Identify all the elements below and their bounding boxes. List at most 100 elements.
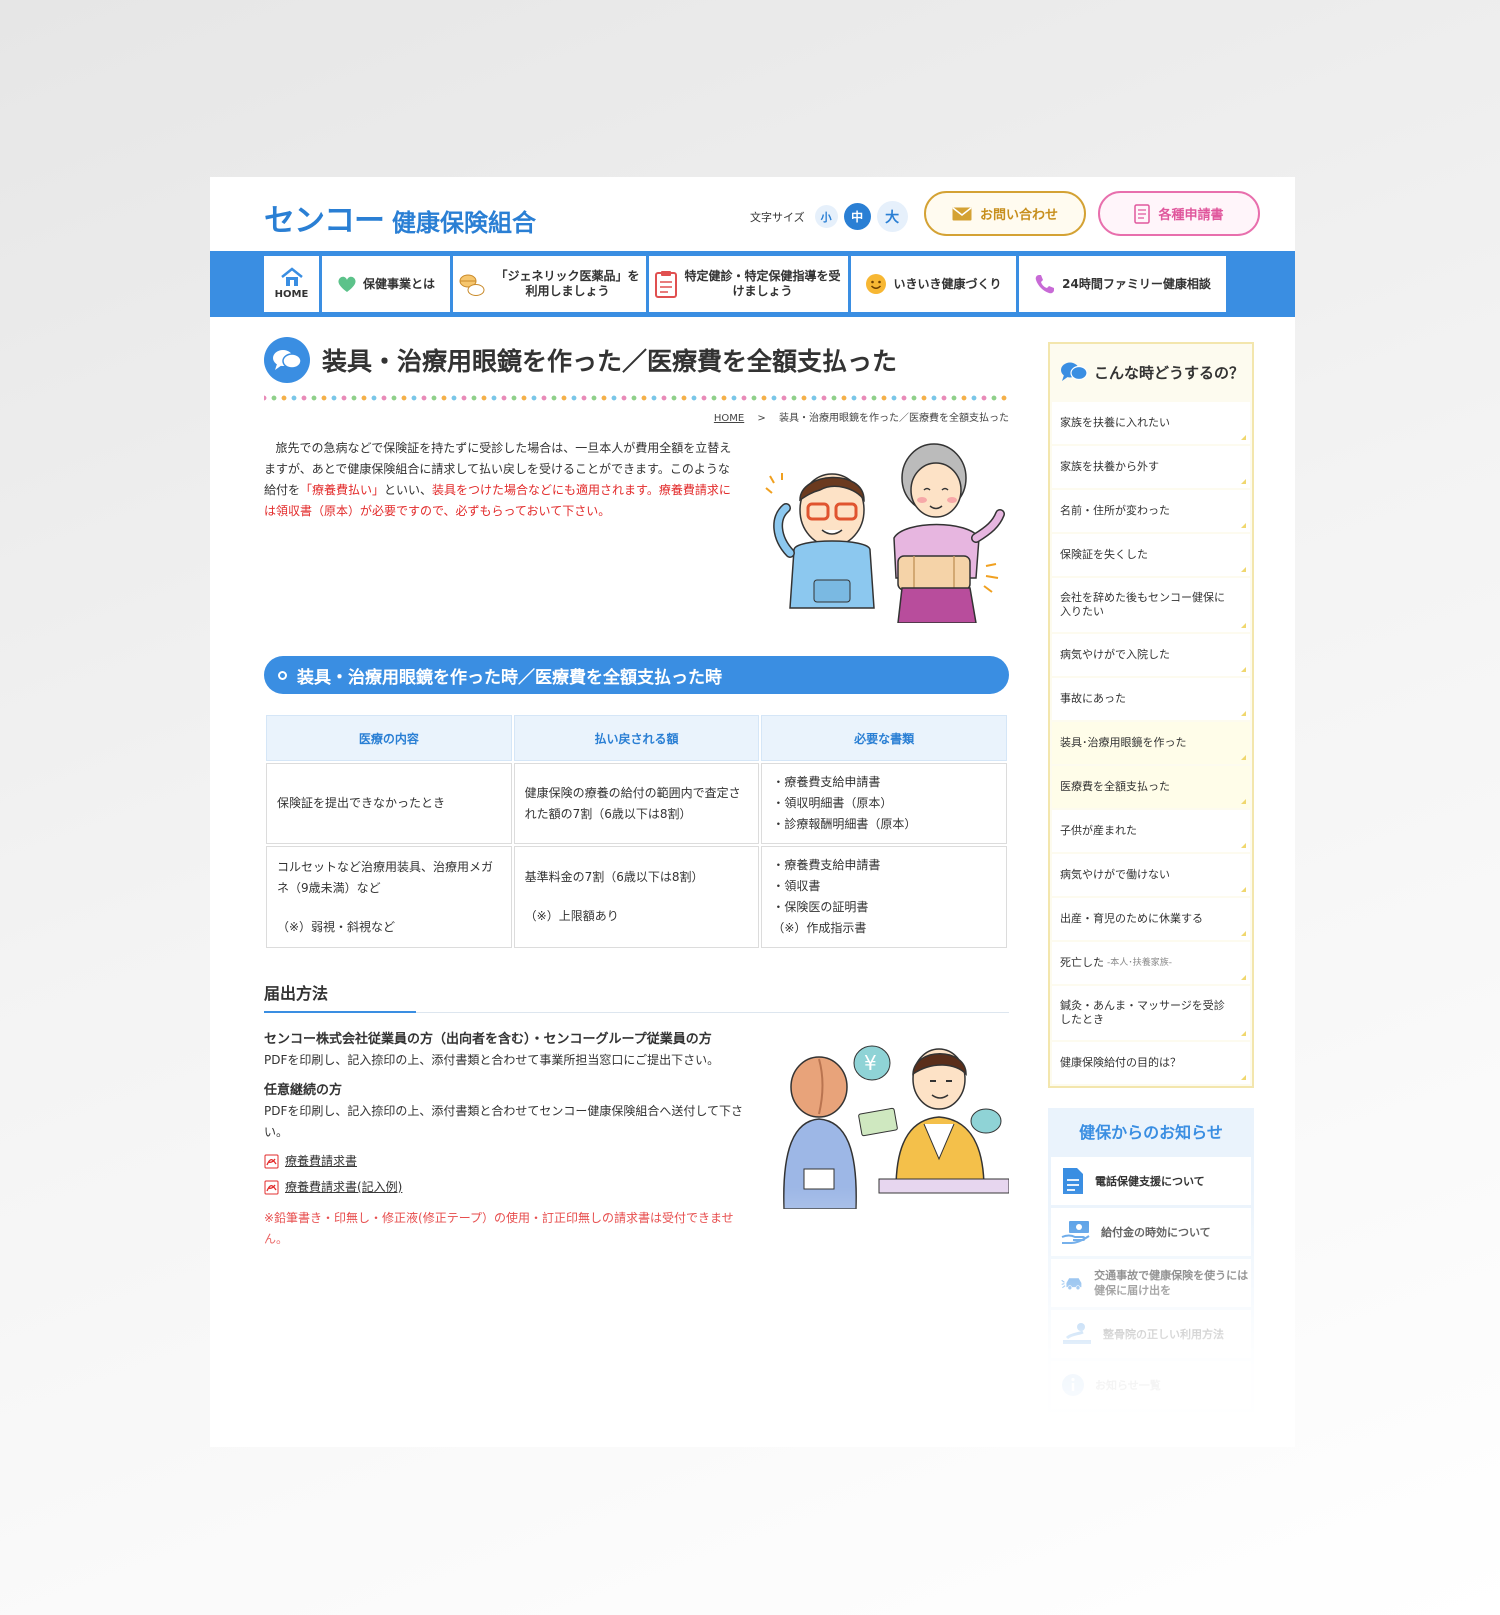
mail-icon xyxy=(952,206,972,220)
nav-label: 保健事業とは xyxy=(362,276,435,291)
sidebar-item[interactable]: 会社を辞めた後もセンコー健保に入りたい xyxy=(1052,578,1250,632)
pdf-link-claim-form-example[interactable]: 療養費請求書(記入例) xyxy=(264,1177,754,1198)
sidebar: こんな時どうするの？ 家族を扶養に入れたい 家族を扶養から外す 名前・住所が変わ… xyxy=(1048,342,1254,1412)
pdf-link-label: 療養費請求書 xyxy=(285,1154,358,1168)
table-cell-docs: ・療養費支給申請書 ・領収明細書（原本） ・診療報酬明細書（原本） xyxy=(761,763,1007,844)
table-row: コルセットなど治療用装具、治療用メガネ（9歳未満）など （※）弱視・斜視など 基… xyxy=(266,846,1007,948)
intro-text-part: といい、 xyxy=(384,483,433,497)
sidebar-item[interactable]: 病気やけがで働けない xyxy=(1052,854,1250,896)
sidebar-item[interactable]: 出産・育児のために休業する xyxy=(1052,898,1250,940)
nav-health-checkup[interactable]: 特定健診・特定保健指導を受けましょう xyxy=(649,256,848,312)
nav-health-programs[interactable]: 保健事業とは xyxy=(322,256,450,312)
sidebar-item-active[interactable]: 医療費を全額支払った xyxy=(1052,766,1250,808)
sidebar-item[interactable]: 健康保険給付の目的は？ xyxy=(1052,1042,1250,1084)
table-cell-amount: 基準料金の7割（6歳以下は8割） （※）上限額あり xyxy=(513,846,760,948)
breadcrumb-home-link[interactable]: HOME xyxy=(714,413,744,424)
heart-icon xyxy=(338,276,356,292)
news-item[interactable]: 交通事故で健康保険を使うには健保に届け出を xyxy=(1051,1259,1251,1307)
sidebar-item-active[interactable]: 装具･治療用眼鏡を作った xyxy=(1052,722,1250,764)
nav-home[interactable]: HOME xyxy=(264,256,319,312)
font-size-large-button[interactable]: 大 xyxy=(876,201,908,232)
bullet-circle-icon xyxy=(278,670,287,680)
sidebar-item[interactable]: 病気やけがで入院した xyxy=(1052,634,1250,676)
intro-section: 旅先での急病などで保険証を持たずに受診した場合は、一旦本人が費用全額を立替えます… xyxy=(264,438,1009,628)
contact-button[interactable]: お問い合わせ xyxy=(924,191,1086,236)
doc-item: ・保険医の証明書 xyxy=(772,900,869,914)
sidebar-item[interactable]: 家族を扶養に入れたい xyxy=(1052,402,1250,444)
sidebar-item[interactable]: 家族を扶養から外す xyxy=(1052,446,1250,488)
dotted-divider xyxy=(264,395,1009,401)
logo-main-text: センコー xyxy=(264,203,385,238)
doc-item: （※）作成指示書 xyxy=(772,921,867,935)
site-logo[interactable]: センコー 健康保険組合 xyxy=(264,195,536,240)
news-item-label: お知らせ一覧 xyxy=(1095,1378,1161,1392)
table-row: 保険証を提出できなかったとき 健康保険の療養の給付の範囲内で査定された額の7割（… xyxy=(266,763,1007,844)
svg-text:¥: ¥ xyxy=(864,1051,877,1075)
sidebar-item-label: 装具･治療用眼鏡を作った xyxy=(1060,736,1187,749)
nav-label: 24時間ファミリー健康相談 xyxy=(1062,276,1211,291)
method-section: センコー株式会社従業員の方（出向者を含む）・センコーグループ従業員の方 PDFを… xyxy=(264,1029,1009,1269)
sidebar-item-label: 家族を扶養から外す xyxy=(1060,460,1159,473)
font-size-switcher: 文字サイズ 小 中 大 xyxy=(750,201,908,232)
sidebar-item[interactable]: 名前・住所が変わった xyxy=(1052,490,1250,532)
sidebar-item-label: 出産・育児のために休業する xyxy=(1060,912,1203,925)
intro-highlight: 「療養費払い」 xyxy=(300,483,385,497)
clipboard-icon xyxy=(654,271,677,298)
group2-title: 任意継続の方 xyxy=(264,1083,343,1098)
doc-item: ・療養費支給申請書 xyxy=(772,858,881,872)
faq-menu-heading: こんな時どうするの？ xyxy=(1052,344,1250,400)
nav-wellness[interactable]: いきいき健康づくり xyxy=(851,256,1016,312)
faq-menu: こんな時どうするの？ 家族を扶養に入れたい 家族を扶養から外す 名前・住所が変わ… xyxy=(1048,342,1254,1088)
news-item-label: 整骨院の正しい利用方法 xyxy=(1103,1327,1224,1341)
sidebar-item-label: 家族を扶養に入れたい xyxy=(1060,416,1170,429)
font-size-medium-button[interactable]: 中 xyxy=(843,203,871,230)
table-cell-content: コルセットなど治療用装具、治療用メガネ（9歳未満）など （※）弱視・斜視など xyxy=(266,846,512,948)
sidebar-item[interactable]: 保険証を失くした xyxy=(1052,534,1250,576)
sidebar-item[interactable]: 事故にあった xyxy=(1052,678,1250,720)
table-cell-content: 保険証を提出できなかったとき xyxy=(266,763,512,844)
boy-and-grandmother-illustration xyxy=(765,443,1005,623)
refund-counter-illustration: ¥ xyxy=(783,1045,1009,1209)
group1-title: センコー株式会社従業員の方（出向者を含む）・センコーグループ従業員の方 xyxy=(264,1032,712,1047)
speech-bubble-icon xyxy=(264,337,310,383)
news-item[interactable]: 給付金の時効について xyxy=(1051,1208,1251,1256)
doc-item: ・領収書 xyxy=(772,879,821,893)
sidebar-item-label: 医療費を全額支払った xyxy=(1060,780,1170,793)
pdf-icon xyxy=(264,1180,279,1195)
doc-item: ・療養費支給申請書 xyxy=(772,775,881,789)
nav-family-consult[interactable]: 24時間ファミリー健康相談 xyxy=(1019,256,1226,312)
home-icon xyxy=(280,267,303,286)
intro-text: 旅先での急病などで保険証を持たずに受診した場合は、一旦本人が費用全額を立替えます… xyxy=(264,438,734,522)
sidebar-item[interactable]: 死亡した -本人･扶養家族- xyxy=(1052,942,1250,984)
nav-label: 特定健診・特定保健指導を受けましょう xyxy=(684,269,841,298)
breadcrumb-current: 装具・治療用眼鏡を作った／医療費を全額支払った xyxy=(779,413,1009,424)
news-box: 健保からのお知らせ 電話保健支援について 給付金の時効について 交通事故で健康保… xyxy=(1048,1108,1254,1412)
main-content: 装具・治療用眼鏡を作った／医療費を全額支払った HOME > 装具・治療用眼鏡を… xyxy=(264,337,1009,1269)
sidebar-item-label: 子供が産まれた xyxy=(1060,824,1137,837)
sidebar-item[interactable]: 鍼灸・あんま・マッサージを受診したとき xyxy=(1052,986,1250,1040)
sidebar-item-label: 名前・住所が変わった xyxy=(1060,504,1170,517)
sidebar-item[interactable]: 子供が産まれた xyxy=(1052,810,1250,852)
page-title: 装具・治療用眼鏡を作った／医療費を全額支払った xyxy=(322,347,898,376)
news-item[interactable]: お知らせ一覧 xyxy=(1051,1361,1251,1409)
amount-note: （※）上限額あり xyxy=(524,909,619,923)
news-item[interactable]: 整骨院の正しい利用方法 xyxy=(1051,1310,1251,1358)
pdf-link-label: 療養費請求書(記入例) xyxy=(285,1180,403,1194)
group2-text: PDFを印刷し、記入捺印の上、添付書類と合わせてセンコー健康保険組合へ送付して下… xyxy=(264,1104,744,1139)
global-nav: HOME 保健事業とは 「ジェネリック医薬品」を利用しましょう 特定健診・特定保… xyxy=(210,251,1295,317)
table-header: 医療の内容 xyxy=(266,715,512,761)
method-heading: 届出方法 xyxy=(264,980,1009,1013)
contact-label: お問い合わせ xyxy=(979,208,1058,223)
pdf-link-claim-form[interactable]: 療養費請求書 xyxy=(264,1151,754,1172)
nav-home-label: HOME xyxy=(274,288,309,300)
doc-item: ・領収明細書（原本） xyxy=(772,796,893,810)
forms-button[interactable]: 各種申請書 xyxy=(1098,191,1260,236)
site-header: センコー 健康保険組合 文字サイズ 小 中 大 お問い合わせ 各種申請書 xyxy=(210,177,1295,251)
car-accident-icon xyxy=(1061,1278,1082,1291)
document-icon xyxy=(1134,203,1151,224)
news-item[interactable]: 電話保健支援について xyxy=(1051,1157,1251,1205)
nav-generic-drugs[interactable]: 「ジェネリック医薬品」を利用しましょう xyxy=(453,256,646,312)
font-size-small-button[interactable]: 小 xyxy=(814,205,838,228)
doc-item: ・診療報酬明細書（原本） xyxy=(772,817,917,831)
sidebar-item-label: 病気やけがで入院した xyxy=(1060,648,1170,661)
